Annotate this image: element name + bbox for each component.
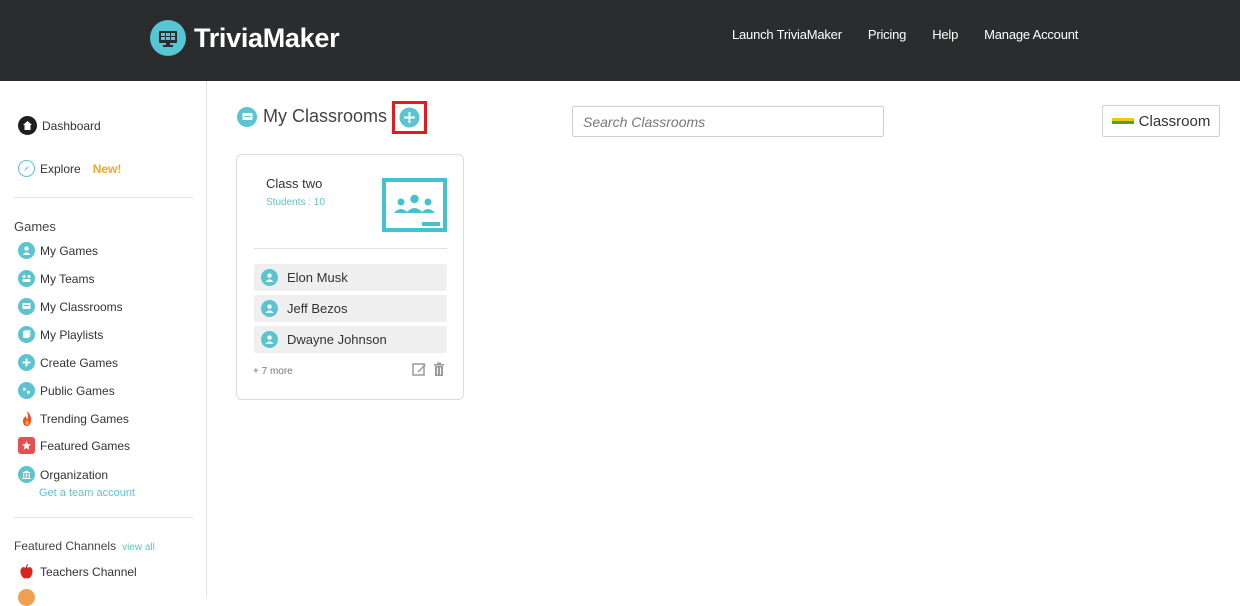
get-team-account-link[interactable]: Get a team account — [39, 487, 135, 499]
sidebar-item-label: Explore — [40, 161, 81, 176]
classroom-button-label: Classroom — [1138, 112, 1211, 130]
fire-icon — [18, 410, 35, 427]
sidebar-item-organization[interactable]: Organization — [18, 466, 108, 483]
sidebar-item-my-games[interactable]: My Games — [18, 242, 98, 259]
sidebar-item-label: Trending Games — [40, 411, 129, 426]
sidebar-item-explore[interactable]: Explore New! — [18, 160, 121, 177]
more-students-link[interactable]: + 7 more — [253, 366, 293, 377]
user-icon — [261, 300, 278, 317]
new-classroom-button[interactable]: Classroom — [1102, 105, 1220, 137]
playlist-icon — [18, 326, 35, 343]
classroom-name: Class two — [266, 176, 323, 191]
top-header: TriviaMaker Launch TriviaMaker Pricing H… — [0, 0, 1240, 81]
classroom-board-icon — [382, 178, 447, 237]
page-title-row: My Classrooms — [237, 106, 387, 127]
new-badge: New! — [92, 161, 122, 176]
sidebar-item-my-classrooms[interactable]: My Classrooms — [18, 298, 123, 315]
team-icon — [18, 270, 35, 287]
sidebar-item-label: Teachers Channel — [40, 564, 137, 579]
student-name: Elon Musk — [287, 270, 348, 285]
view-all-link[interactable]: view all — [122, 542, 155, 553]
sidebar-item-trending-games[interactable]: Trending Games — [18, 410, 129, 427]
user-icon — [261, 269, 278, 286]
channel-icon — [18, 589, 35, 606]
classroom-icon — [18, 298, 35, 315]
dashboard-icon — [18, 116, 37, 135]
sidebar-divider — [14, 197, 193, 198]
student-name: Jeff Bezos — [287, 301, 348, 316]
sidebar-item-my-playlists[interactable]: My Playlists — [18, 326, 103, 343]
user-icon — [18, 242, 35, 259]
apple-icon — [18, 563, 35, 580]
classroom-icon — [237, 106, 257, 127]
student-row[interactable]: Dwayne Johnson — [254, 326, 447, 353]
edit-icon[interactable] — [412, 362, 427, 377]
sidebar-item-teachers-channel[interactable]: Teachers Channel — [18, 563, 137, 580]
building-icon — [18, 466, 35, 483]
sidebar-item-label: My Games — [40, 243, 99, 258]
plus-circle-icon — [399, 107, 420, 128]
student-row[interactable]: Jeff Bezos — [254, 295, 447, 322]
sidebar-item-next-channel[interactable] — [18, 589, 40, 606]
sidebar-item-label: My Teams — [40, 271, 95, 286]
classroom-flag-icon — [1111, 118, 1134, 124]
nav-launch-triviamaker[interactable]: Launch TriviaMaker — [732, 27, 842, 42]
card-divider — [254, 248, 447, 249]
nav-pricing[interactable]: Pricing — [868, 27, 907, 42]
sidebar-item-featured-games[interactable]: Featured Games — [18, 437, 130, 454]
student-row[interactable]: Elon Musk — [254, 264, 447, 291]
add-classroom-button[interactable] — [392, 101, 427, 134]
card-actions — [406, 362, 445, 377]
games-heading: Games — [14, 219, 56, 234]
sidebar-item-label: My Classrooms — [40, 299, 123, 314]
sidebar-item-label: Create Games — [40, 355, 119, 370]
featured-channels-label: Featured Channels — [14, 539, 117, 553]
sidebar-item-label: Dashboard — [42, 118, 101, 133]
monitor-icon — [150, 20, 186, 56]
students-count: Students : 10 — [266, 197, 325, 208]
sidebar-item-label: Organization — [40, 467, 109, 482]
top-nav: Launch TriviaMaker Pricing Help Manage A… — [732, 27, 1104, 42]
logo[interactable]: TriviaMaker — [150, 20, 340, 56]
sidebar-item-create-games[interactable]: Create Games — [18, 354, 118, 371]
sidebar-item-public-games[interactable]: Public Games — [18, 382, 115, 399]
compass-icon — [18, 160, 35, 177]
plus-icon — [18, 354, 35, 371]
sidebar-item-label: Public Games — [40, 383, 115, 398]
sidebar-item-label: Featured Games — [40, 438, 131, 453]
nav-manage-account[interactable]: Manage Account — [984, 27, 1078, 42]
logo-text: TriviaMaker — [194, 22, 340, 53]
nav-help[interactable]: Help — [932, 27, 958, 42]
classroom-card[interactable]: Class two Students : 10 Elon Musk Jeff B… — [236, 154, 464, 400]
sidebar-divider — [14, 517, 193, 518]
sidebar: Dashboard Explore New! Games My Games My… — [0, 81, 207, 606]
page-title: My Classrooms — [263, 106, 388, 126]
featured-channels-heading: Featured Channels view all — [14, 539, 155, 553]
sidebar-item-dashboard[interactable]: Dashboard — [18, 116, 101, 135]
sidebar-item-label: My Playlists — [40, 327, 104, 342]
globe-icon — [18, 382, 35, 399]
trash-icon[interactable] — [433, 362, 445, 377]
star-icon — [18, 437, 35, 454]
search-input[interactable] — [572, 106, 884, 137]
sidebar-item-my-teams[interactable]: My Teams — [18, 270, 94, 287]
user-icon — [261, 331, 278, 348]
student-name: Dwayne Johnson — [287, 332, 387, 347]
